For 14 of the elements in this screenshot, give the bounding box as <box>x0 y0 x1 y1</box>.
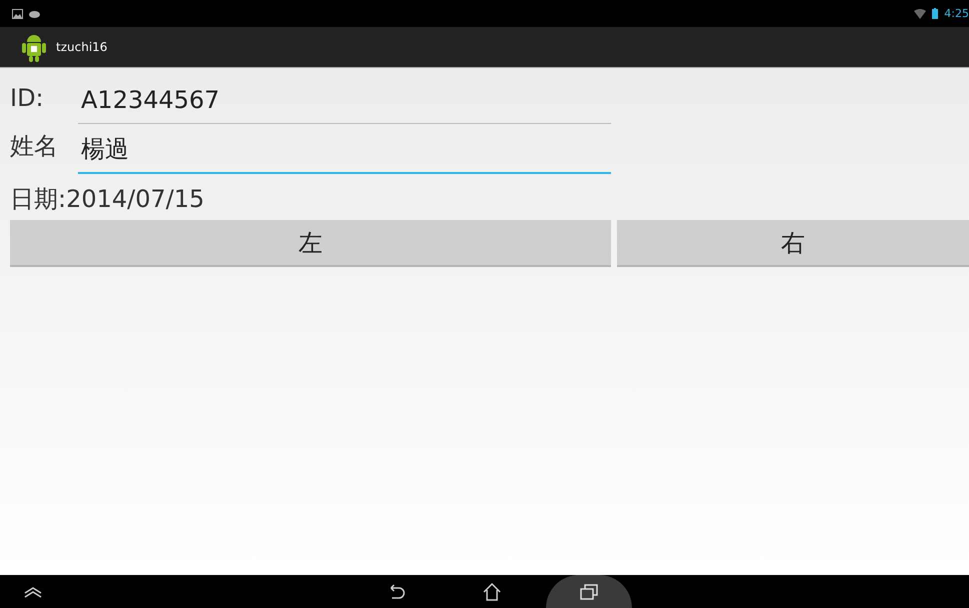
date-text: 日期:2014/07/15 <box>10 184 206 215</box>
action-button[interactable]: 右 <box>617 220 969 267</box>
text-field[interactable]: 楊過 <box>78 130 611 174</box>
clock-time: 4:25 <box>944 7 969 20</box>
battery-icon <box>932 8 938 19</box>
recent-apps-icon <box>579 582 599 600</box>
action-button[interactable]: 左 <box>10 220 611 267</box>
app-title: tzuchi16 <box>56 40 108 54</box>
android-app-icon <box>22 32 46 62</box>
text-field[interactable]: A12344567 <box>78 80 611 124</box>
wifi-icon <box>914 8 926 18</box>
picture-icon <box>12 8 23 18</box>
field-label: 姓名 <box>10 131 59 162</box>
field-label: ID: <box>10 84 45 114</box>
